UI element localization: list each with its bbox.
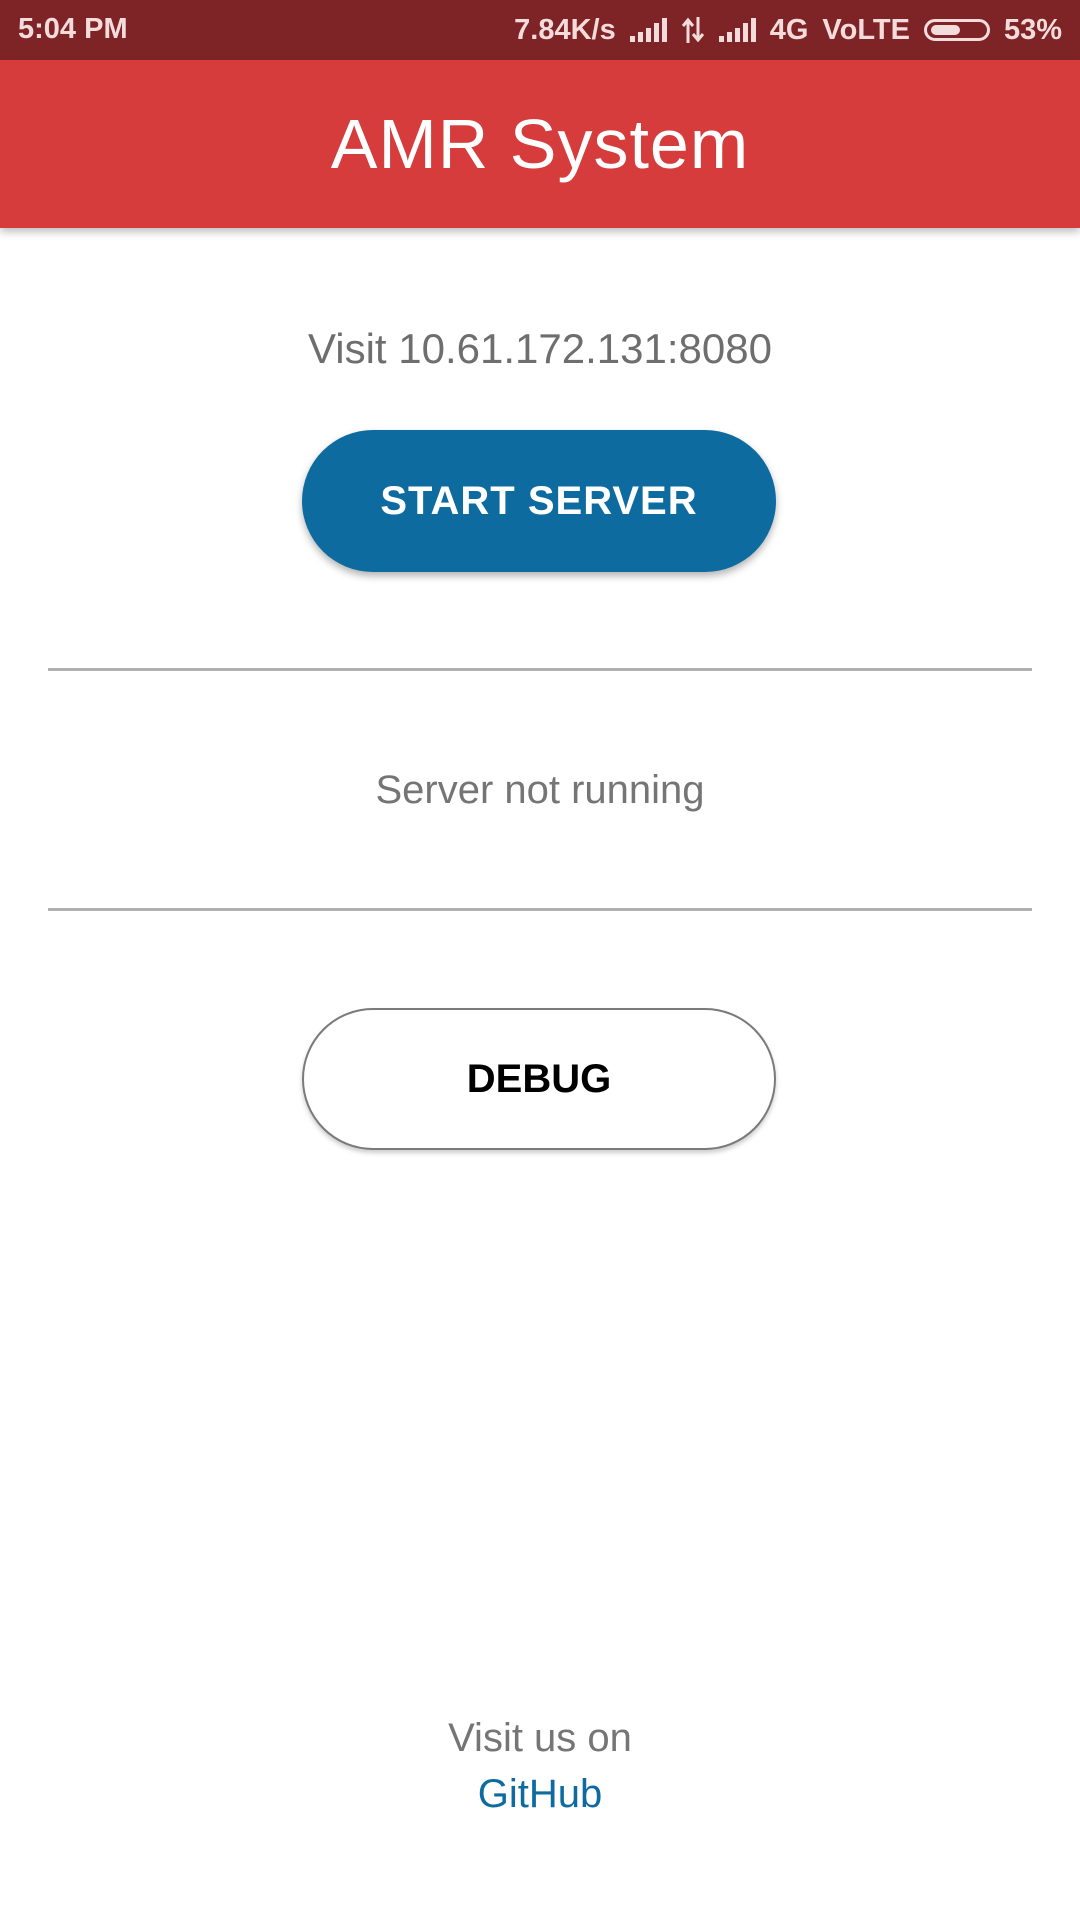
github-link[interactable]: GitHub <box>0 1772 1080 1817</box>
signal-strength-icon <box>629 18 667 42</box>
start-server-button[interactable]: START SERVER <box>302 430 776 572</box>
status-icons: 7.84K/s 4G VoLTE 53% <box>514 13 1062 47</box>
volte-indicator: VoLTE <box>822 13 910 46</box>
debug-button[interactable]: DEBUG <box>302 1008 776 1150</box>
app-bar: AMR System <box>0 60 1080 228</box>
network-type: 4G <box>769 13 809 46</box>
divider-bottom <box>48 908 1032 911</box>
signal-strength-icon-2 <box>718 18 756 42</box>
battery-percent: 53% <box>1003 13 1062 46</box>
battery-icon <box>923 19 990 41</box>
divider-top <box>48 668 1032 671</box>
server-status-text: Server not running <box>375 768 705 812</box>
battery-fill <box>930 25 960 35</box>
server-address-text: Visit 10.61.172.131:8080 <box>308 325 772 372</box>
app-screen: 5:04 PM 7.84K/s 4G VoLTE 53% AMR System … <box>0 0 1080 1920</box>
app-title: AMR System <box>330 105 750 183</box>
status-bar: 5:04 PM 7.84K/s 4G VoLTE 53% <box>0 0 1080 60</box>
data-transfer-icon <box>681 17 705 43</box>
status-time: 5:04 PM <box>18 13 128 45</box>
footer-text: Visit us on <box>448 1716 632 1760</box>
network-speed: 7.84K/s <box>514 13 616 46</box>
